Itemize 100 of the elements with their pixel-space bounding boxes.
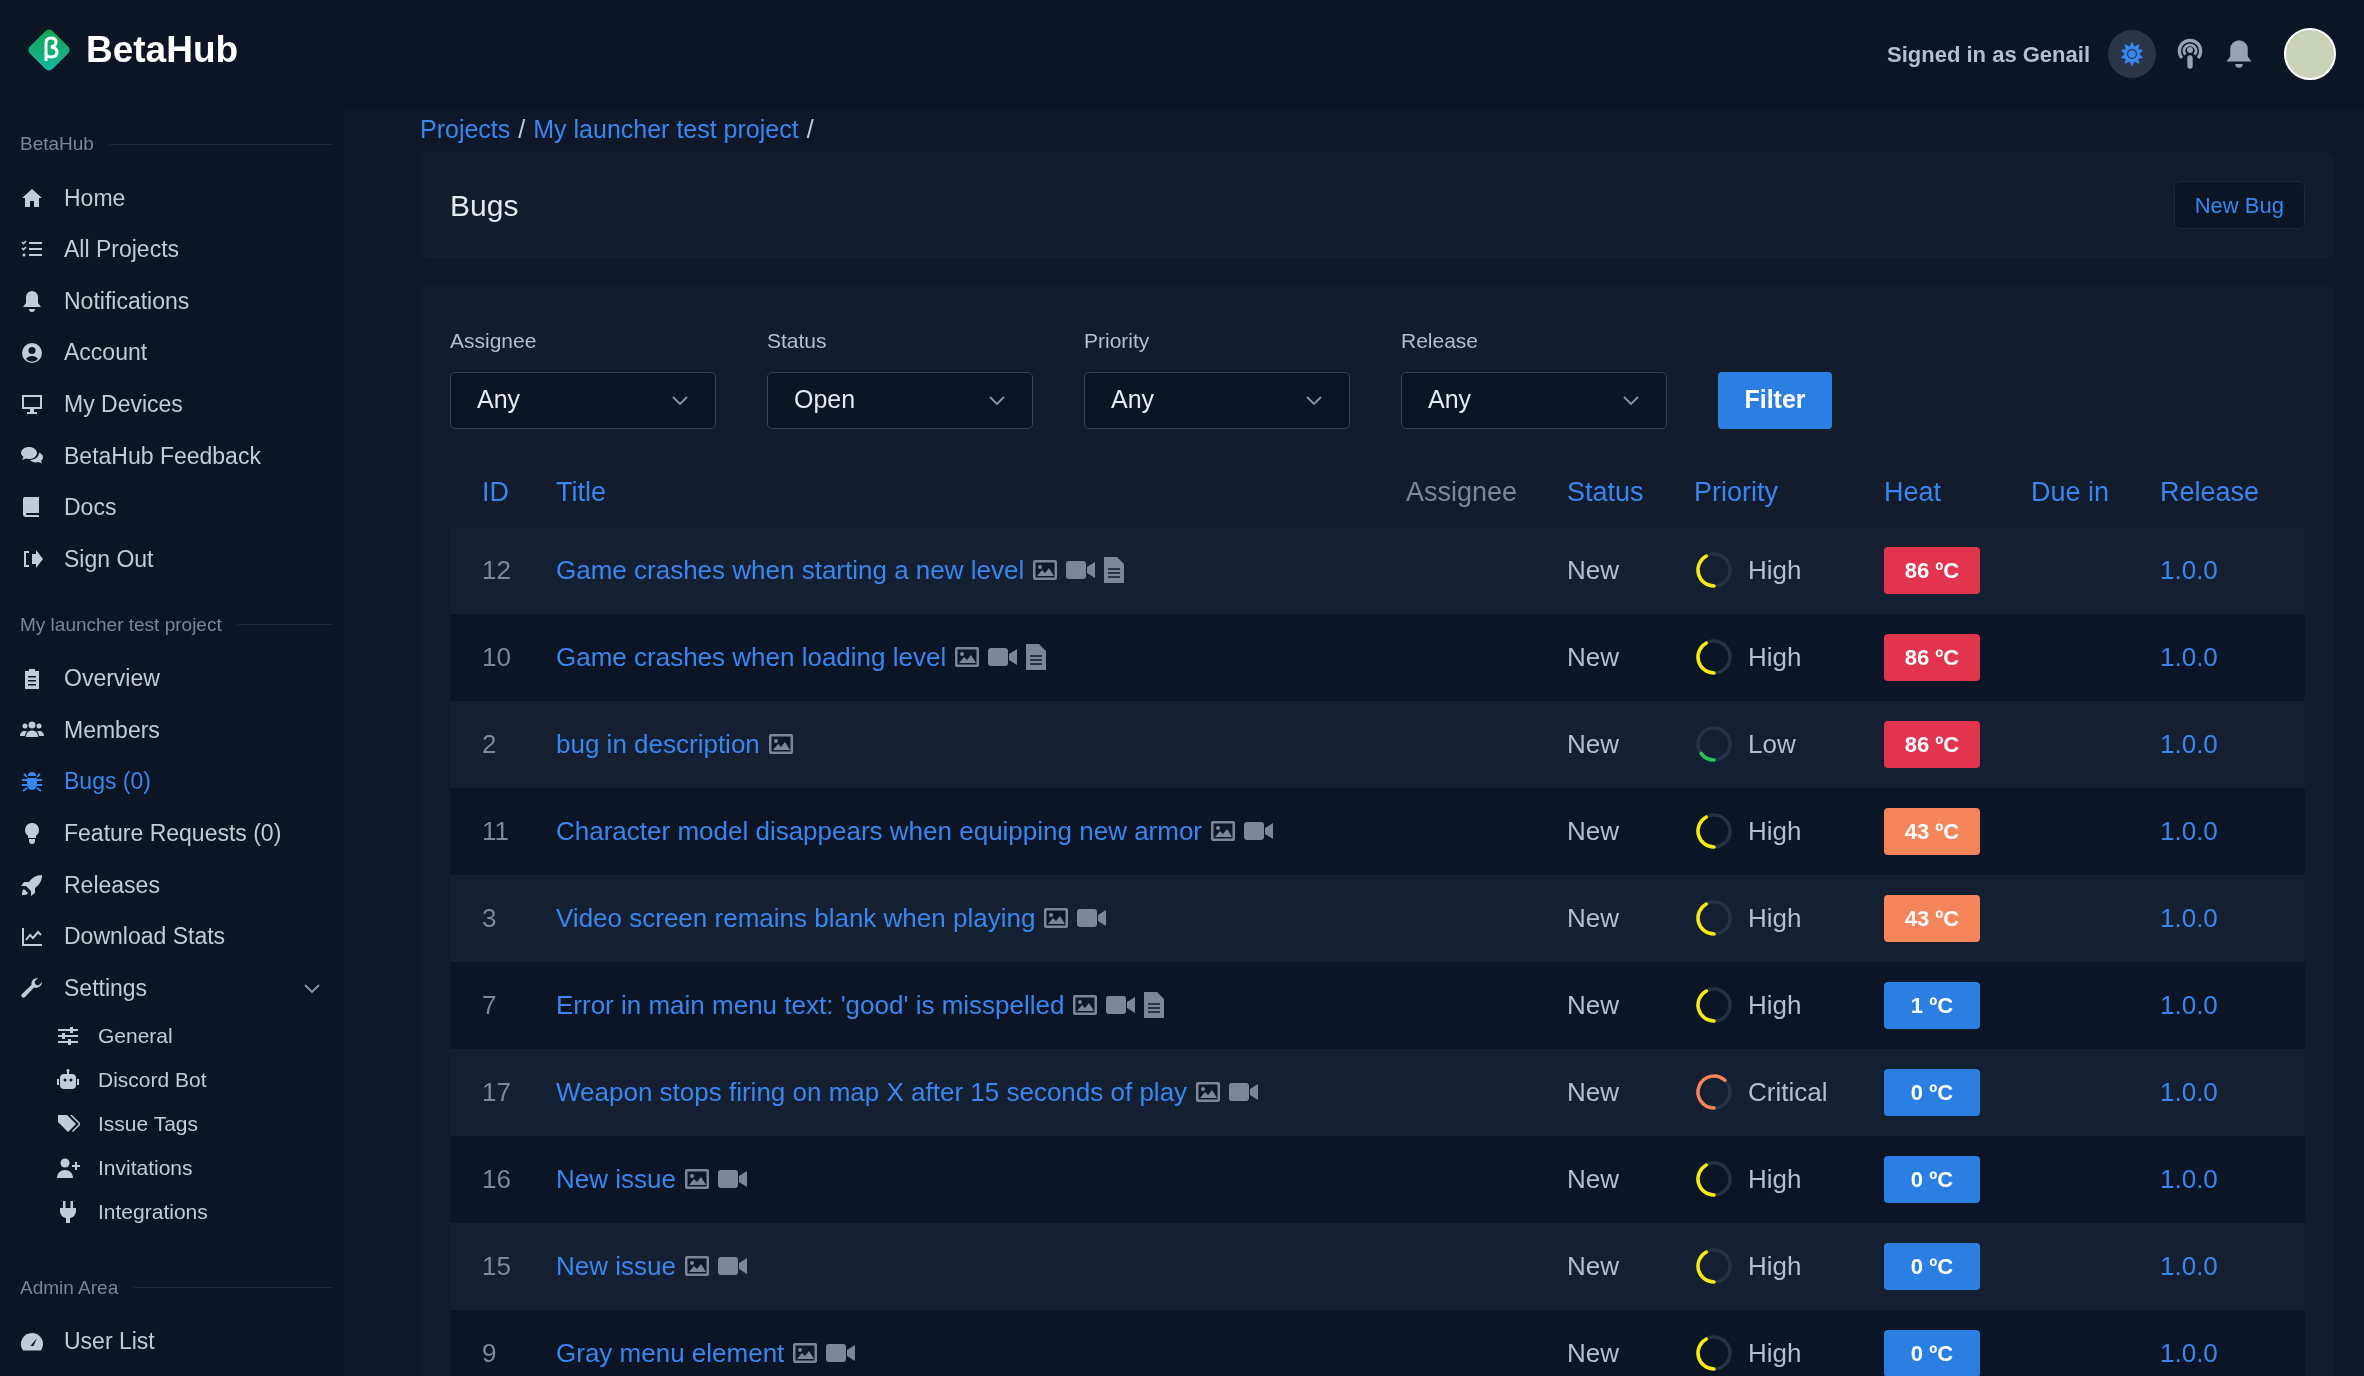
bug-title-link[interactable]: Weapon stops firing on map X after 15 seconds of play [556,1072,1188,1112]
bug-id: 2 [482,728,497,759]
sidebar-item[interactable]: Overview [0,652,333,705]
version-number-link[interactable]: 1.0.0 [2160,728,2218,759]
filter-label: Release [1401,328,1480,354]
column-sort-link[interactable]: ID [482,477,509,508]
bug-id: 15 [482,1250,511,1281]
status-text: New [1567,1337,1619,1368]
version-number-link[interactable]: 1.0.0 [2160,641,2218,672]
sidebar-item[interactable]: Sign Out [0,533,333,585]
version-number-link[interactable]: 1.0.0 [2160,989,2218,1020]
bug-id: 9 [482,1337,497,1368]
priority-text: High [1748,553,1802,587]
theme-toggle-button[interactable] [2108,30,2156,78]
sidebar-item[interactable]: Download Stats [0,910,333,963]
filter-label: Status [767,328,828,354]
bug-title-link[interactable]: Gray menu element [556,1333,785,1373]
breadcrumb-link[interactable]: My launcher test project [533,111,799,149]
chevron-icon[interactable] [303,982,321,995]
sidebar-item[interactable]: All Projects [0,223,333,276]
column-sort-link[interactable]: Heat [1884,477,1942,508]
notifications-bell-icon[interactable] [2224,37,2254,71]
version-number-link[interactable]: 1.0.0 [2160,1337,2218,1368]
bug-title-link[interactable]: Character model disappears when equipping new armor [556,811,1203,851]
priority-text: Low [1748,727,1796,761]
version-number-link[interactable]: 1.0.0 [2160,1163,2218,1194]
sidebar-item[interactable]: General [0,1013,333,1058]
bug-id: 12 [482,554,511,585]
sidebar-item[interactable]: Bugs (0) [0,755,333,808]
version-number-link[interactable]: 1.0.0 [2160,1076,2218,1107]
filter-button[interactable]: Filter [1718,371,1832,429]
breadcrumb-separator: / [518,114,526,146]
bug-id: 10 [482,641,511,672]
sidebar-item[interactable]: Home [0,172,333,224]
column-sort-link[interactable]: Title [556,477,606,508]
sidebar-item[interactable]: Integrations [0,1189,333,1234]
sidebar-item[interactable]: Notifications [0,275,333,327]
bug-title-link[interactable]: bug in description [556,724,760,764]
chevron-down-icon [988,394,1006,406]
sidebar-item[interactable]: My Devices [0,378,333,430]
sidebar-item[interactable]: BetaHub Feedback [0,429,333,482]
version-number-link[interactable]: 1.0.0 [2160,1250,2218,1281]
priority-text: High [1748,988,1802,1022]
priority-text: High [1748,640,1802,674]
priority-text: High [1748,901,1802,935]
status-text: New [1567,989,1619,1020]
user-avatar[interactable] [2284,28,2336,80]
monitor-icon [20,392,44,417]
status-text: New [1567,554,1619,585]
bug-title-link[interactable]: Game crashes when starting a new level [556,550,1025,590]
version-number-link[interactable]: 1.0.0 [2160,554,2218,585]
column-sort-link[interactable]: Priority [1694,477,1778,508]
version-number-link[interactable]: 1.0.0 [2160,902,2218,933]
column-sort-link[interactable]: Release [2160,477,2260,508]
section-heading: Admin Area [20,1275,119,1300]
heat-badge: 0 ºC [1884,1068,1980,1116]
sidebar-item[interactable]: Docs [0,481,333,534]
bug-id: 16 [482,1163,511,1194]
sidebar-item[interactable]: Invitations [0,1145,333,1190]
page-title: Bugs [450,187,519,224]
wrench-icon [20,976,44,1001]
bug-title-link[interactable]: New issue [556,1246,676,1286]
priority-text: High [1748,1336,1802,1370]
status-text: New [1567,815,1619,846]
chevron-down-icon [1622,394,1640,406]
bug-id: 11 [482,815,509,846]
new-bug-button[interactable]: New Bug [2173,181,2305,229]
column-sort-link[interactable]: Due in [2031,477,2110,508]
chevron-down-icon [1305,394,1323,406]
breadcrumb-link[interactable]: Projects [420,111,511,149]
sidebar-item[interactable]: Feature Requests (0) [0,807,333,860]
version-number-link[interactable]: 1.0.0 [2160,815,2218,846]
sidebar-item[interactable]: Account [0,326,333,379]
signed-in-text: Signed in as Genail [1887,40,2090,69]
sidebar-item[interactable]: Issue Tags [0,1101,333,1146]
heat-badge: 43 ºC [1884,894,1980,942]
filter-select[interactable]: Any [1401,371,1667,429]
bug-icon [20,769,44,794]
sidebar-item[interactable]: User List [0,1315,333,1368]
column-sort-link[interactable]: Status [1567,477,1644,508]
priority-text: Critical [1748,1075,1828,1109]
bug-title-link[interactable]: Game crashes when loading level [556,637,947,677]
bug-title-link[interactable]: Error in main menu text: 'good' is misspelled [556,985,1065,1025]
section-heading: BetaHub [20,131,94,156]
filter-select[interactable]: Any [450,371,716,429]
bug-title-link[interactable]: New issue [556,1159,676,1199]
filter-select[interactable]: Any [1084,371,1350,429]
heat-badge: 0 ºC [1884,1242,1980,1290]
sidebar-item[interactable]: Releases [0,859,333,911]
heat-badge: 0 ºC [1884,1155,1980,1203]
priority-text: High [1748,1162,1802,1196]
sidebar-item[interactable]: Discord Bot [0,1057,333,1102]
heat-badge: 86 ºC [1884,546,1980,594]
sidebar-item[interactable]: Settings [0,962,333,1014]
bug-title-link[interactable]: Video screen remains blank when playing [556,898,1036,938]
priority-text: High [1748,1249,1802,1283]
filter-select[interactable]: Open [767,371,1033,429]
bell-icon [20,289,44,313]
heat-badge: 43 ºC [1884,807,1980,855]
sidebar-item[interactable]: Members [0,704,333,756]
